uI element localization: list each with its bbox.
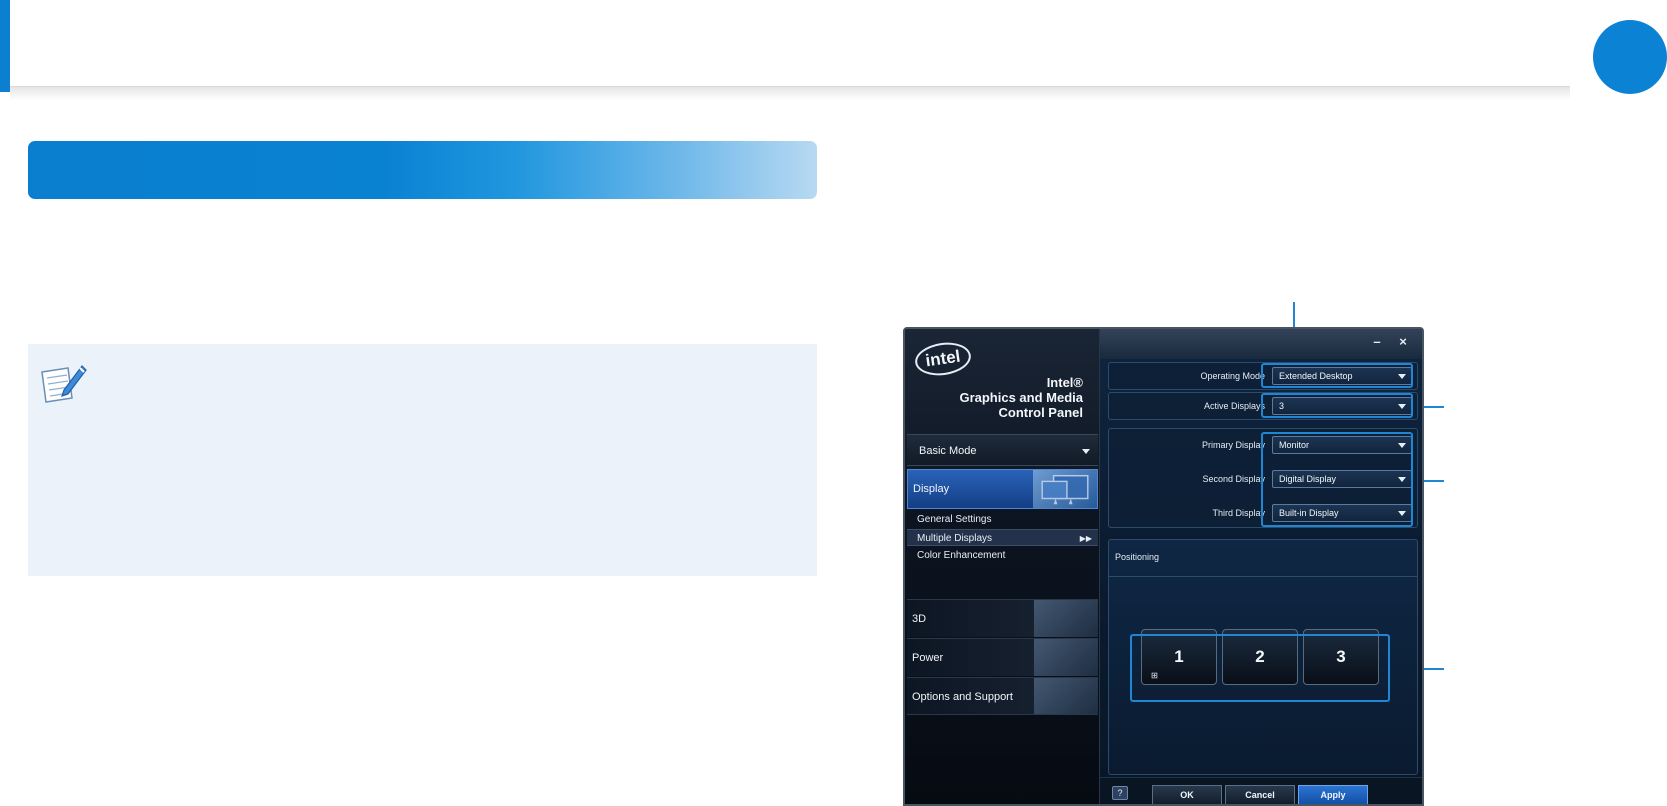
nav-category-power[interactable]: Power	[907, 638, 1098, 676]
nav-subitem-general-settings[interactable]: General Settings	[907, 511, 1098, 528]
page-accent-bar	[0, 0, 10, 92]
nav-subitem-multiple-displays-label: Multiple Displays	[917, 533, 993, 544]
note-box	[28, 344, 817, 576]
display-monitors-icon	[1033, 470, 1097, 508]
highlight-active-displays	[1261, 393, 1413, 418]
app-title-line-2: Graphics and Media	[959, 390, 1083, 405]
nav-category-options-support-label: Options and Support	[912, 691, 1013, 703]
note-pencil-icon	[41, 365, 87, 403]
app-title-line-3: Control Panel	[998, 405, 1083, 420]
section-heading-bar	[28, 141, 817, 199]
header-divider	[10, 86, 1570, 100]
nav-category-display-label: Display	[913, 483, 950, 495]
nav-category-display[interactable]: Display	[907, 469, 1098, 509]
third-display-label: Third Display	[1212, 508, 1265, 518]
cancel-button[interactable]: Cancel	[1225, 785, 1295, 804]
help-question-icon	[1034, 678, 1098, 714]
close-button[interactable]: ×	[1391, 332, 1415, 352]
nav-subitem-multiple-displays[interactable]: Multiple Displays ▶▶	[907, 529, 1098, 546]
nav-category-power-label: Power	[912, 652, 944, 664]
ok-button[interactable]: OK	[1152, 785, 1222, 804]
3d-shapes-icon	[1034, 600, 1098, 637]
highlight-operating-mode	[1261, 363, 1413, 388]
navigation-pane: intel Intel® Graphics and Media Control …	[905, 329, 1100, 804]
nav-category-3d[interactable]: 3D	[907, 599, 1098, 637]
highlight-positioning	[1130, 634, 1390, 702]
primary-display-label: Primary Display	[1201, 440, 1265, 450]
power-checkered-icon	[1034, 639, 1098, 676]
chevron-down-icon	[1082, 449, 1090, 454]
nav-category-3d-label: 3D	[912, 613, 927, 625]
minimize-button[interactable]: –	[1365, 332, 1389, 352]
mode-select[interactable]: Basic Mode	[907, 434, 1098, 466]
page-badge	[1593, 20, 1667, 94]
positioning-title: Positioning	[1115, 552, 1160, 562]
positioning-divider	[1109, 576, 1417, 577]
operating-mode-label: Operating Mode	[1200, 371, 1265, 381]
nav-category-options-support[interactable]: Options and Support	[907, 677, 1098, 715]
help-button[interactable]: ?	[1112, 786, 1128, 800]
highlight-display-assignment	[1261, 432, 1413, 527]
intel-logo: intel	[913, 339, 973, 379]
app-title: Intel® Graphics and Media Control Panel	[913, 375, 1083, 420]
double-arrow-right-icon: ▶▶	[1079, 534, 1092, 543]
apply-button[interactable]: Apply	[1298, 785, 1368, 804]
app-title-line-1: Intel®	[1046, 375, 1083, 390]
second-display-label: Second Display	[1202, 474, 1265, 484]
nav-subitem-color-enhancement[interactable]: Color Enhancement	[907, 547, 1098, 564]
active-displays-label: Active Displays	[1203, 401, 1265, 411]
window-footer: ? OK Cancel Apply	[1100, 777, 1422, 804]
mode-select-value: Basic Mode	[919, 445, 977, 457]
